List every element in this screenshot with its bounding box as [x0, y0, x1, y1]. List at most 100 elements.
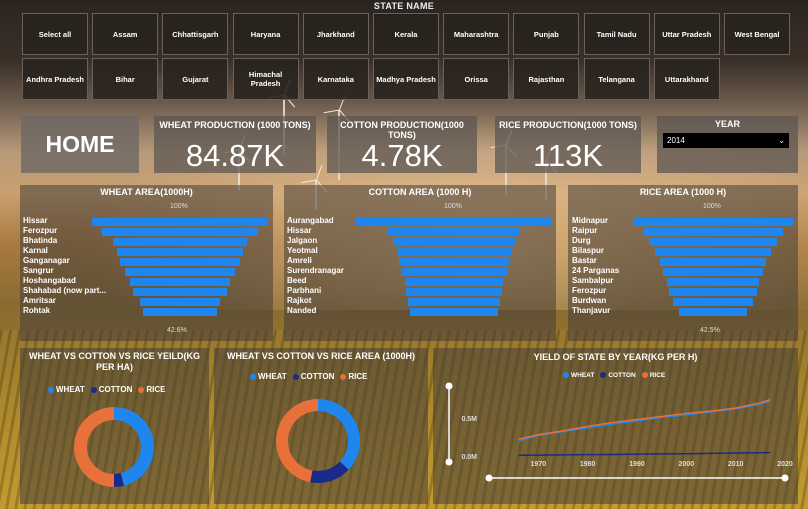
funnel-bar[interactable] — [655, 248, 771, 256]
state-button-karnataka[interactable]: Karnataka — [302, 58, 369, 100]
funnel-bar[interactable] — [356, 218, 552, 226]
funnel-bar[interactable] — [142, 308, 218, 316]
state-button-madhya-pradesh[interactable]: Madhya Pradesh — [373, 58, 439, 100]
funnel-bar[interactable] — [92, 218, 268, 226]
funnel-label: Nanded — [287, 306, 317, 315]
rice-area-funnel: RICE AREA (1000 H) 100% Midnapur Raipur Du… — [568, 185, 798, 341]
funnel-bar[interactable] — [101, 228, 259, 236]
funnel-label: Sangrur — [23, 266, 54, 275]
state-button-himachal-pradesh[interactable]: Himachal Pradesh — [232, 58, 299, 100]
cotton-area-funnel: COTTON AREA (1000 H) 100% Aurangabad Hiss… — [284, 185, 556, 341]
legend-cotton: COTTON — [292, 372, 334, 381]
state-button-punjab[interactable]: Punjab — [513, 13, 580, 55]
funnel-label: Sambalpur — [572, 276, 614, 285]
funnel-bar[interactable] — [633, 218, 793, 226]
state-button-kerala[interactable]: Kerala — [373, 13, 439, 55]
funnel-label: Rohtak — [23, 306, 51, 315]
year-dropdown[interactable]: 2014 ⌄ — [663, 133, 789, 148]
state-button-select-all[interactable]: Select all — [22, 13, 88, 55]
yield-donut-chart — [74, 407, 154, 487]
funnel-bar[interactable] — [660, 258, 766, 266]
funnel-bar[interactable] — [113, 238, 247, 246]
state-button-uttar-pradesh[interactable]: Uttar Pradesh — [653, 13, 720, 55]
funnel-bar[interactable] — [116, 248, 244, 256]
y-range-handle[interactable] — [445, 458, 453, 466]
y-tick-label: 0.0M — [461, 454, 477, 461]
funnel-bar[interactable] — [405, 288, 502, 296]
funnel-bar[interactable] — [405, 278, 503, 286]
funnel-bar[interactable] — [139, 298, 221, 306]
funnel-bar[interactable] — [124, 268, 236, 276]
funnel-label: Rajkot — [287, 296, 312, 305]
state-button-andhra-pradesh[interactable]: Andhra Pradesh — [22, 58, 88, 100]
donut-slice-rice[interactable] — [74, 407, 114, 487]
yield-line-legend: WHEAT COTTON RICE — [563, 372, 665, 379]
funnel-bar[interactable] — [129, 278, 231, 286]
funnel-bar[interactable] — [397, 248, 511, 256]
cotton-top-pct: 100% — [444, 203, 462, 210]
funnel-label: Midnapur — [572, 216, 608, 225]
legend-wheat: WHEAT — [563, 372, 594, 379]
yield-line-title: YIELD OF STATE BY YEAR(KG PER H) — [533, 352, 698, 362]
wheat-area-funnel: WHEAT AREA(1000H) 100% Hissar Ferozpur Bha… — [20, 185, 273, 341]
x-tick-label: 2010 — [728, 461, 744, 468]
funnel-bar[interactable] — [388, 228, 520, 236]
legend-wheat: WHEAT — [250, 372, 287, 381]
funnel-bar[interactable] — [409, 308, 499, 316]
state-button-assam[interactable]: Assam — [92, 13, 159, 55]
donut-slice-rice[interactable] — [276, 399, 318, 483]
donut-slice-wheat[interactable] — [318, 399, 360, 470]
state-button-telangana[interactable]: Telangana — [583, 58, 650, 100]
yield-donut-title: WHEAT VS COTTON VS RICE YEILD(KG PER HA) — [28, 351, 200, 372]
funnel-label: Raipur — [572, 226, 598, 235]
funnel-bar[interactable] — [649, 238, 777, 246]
x-range-handle[interactable] — [485, 474, 493, 482]
funnel-bar[interactable] — [407, 298, 501, 306]
funnel-bar[interactable] — [120, 258, 240, 266]
kpi-wheat-value: 84.87K — [185, 138, 285, 173]
area-donut-panel: WHEAT VS COTTON VS RICE AREA (1000H) WHE… — [214, 348, 428, 504]
state-button-west-bengal[interactable]: West Bengal — [724, 13, 790, 55]
funnel-bar[interactable] — [642, 228, 784, 236]
funnel-bar[interactable] — [401, 268, 507, 276]
funnel-bar[interactable] — [673, 298, 753, 306]
legend-rice: RICE — [641, 372, 665, 379]
rice-area-title: RICE AREA (1000 H) — [639, 187, 727, 197]
chevron-down-icon: ⌄ — [778, 136, 785, 145]
funnel-label: Shahabad (now part... — [23, 286, 107, 295]
y-tick-label: 0.5M — [461, 416, 477, 423]
state-button-gujarat[interactable]: Gujarat — [162, 58, 229, 100]
year-slicer: YEAR 2014 ⌄ — [657, 116, 798, 173]
state-button-uttarakhand[interactable]: Uttarakhand — [653, 58, 720, 100]
state-button-jharkhand[interactable]: Jharkhand — [302, 13, 369, 55]
funnel-label: Ganganagar — [23, 256, 70, 265]
state-button-chhattisgarh[interactable]: Chhattisgarh — [162, 13, 229, 55]
cotton-area-title: COTTON AREA (1000 H) — [368, 187, 472, 197]
state-button-orissa[interactable]: Orissa — [443, 58, 510, 100]
kpi-cotton-label: COTTON PRODUCTION(1000 TONS) — [340, 120, 464, 140]
funnel-label: Ferozpur — [572, 286, 607, 295]
legend-rice: RICE — [138, 385, 166, 394]
x-range-handle[interactable] — [781, 474, 789, 482]
y-range-handle[interactable] — [445, 382, 453, 390]
funnel-label: Amreli — [287, 256, 312, 265]
area-donut-title: WHEAT VS COTTON VS RICE AREA (1000H) — [226, 351, 416, 361]
state-button-tamil-nadu[interactable]: Tamil Nadu — [583, 13, 650, 55]
state-button-rajasthan[interactable]: Rajasthan — [513, 58, 580, 100]
state-button-maharashtra[interactable]: Maharashtra — [443, 13, 510, 55]
donut-slice-cotton[interactable] — [310, 461, 349, 483]
funnel-bar[interactable] — [393, 238, 515, 246]
yield-donut-panel: WHEAT VS COTTON VS RICE YEILD(KG PER HA)… — [20, 348, 209, 504]
funnel-bar[interactable] — [399, 258, 509, 266]
funnel-bar[interactable] — [669, 288, 757, 296]
funnel-bar[interactable] — [133, 288, 227, 296]
funnel-label: Hissar — [23, 216, 48, 225]
home-button[interactable]: HOME — [21, 116, 139, 173]
state-button-haryana[interactable]: Haryana — [232, 13, 299, 55]
funnel-label: Karnal — [23, 246, 48, 255]
state-button-bihar[interactable]: Bihar — [92, 58, 159, 100]
funnel-label: Yeotmal — [287, 246, 318, 255]
funnel-bar[interactable] — [662, 268, 764, 276]
funnel-bar[interactable] — [679, 308, 747, 316]
funnel-bar[interactable] — [666, 278, 760, 286]
